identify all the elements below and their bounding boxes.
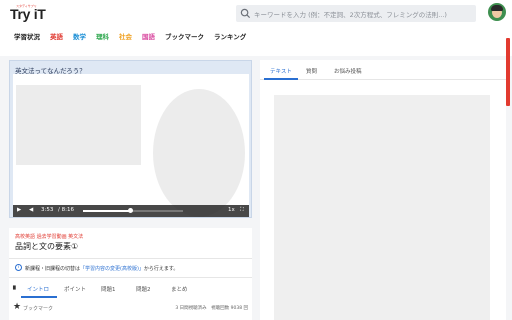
main-nav: 学習状況 英語 数学 理科 社会 国語 ブックマーク ランキング xyxy=(14,31,246,43)
play-icon[interactable]: ▶ xyxy=(17,207,21,213)
video-player[interactable]: ▶ ◀ 3:53 / 8:16 1x ⛶ xyxy=(13,74,249,217)
notice-link[interactable]: 「学習内容の変更(高校版)」 xyxy=(80,266,144,272)
search-input[interactable]: キーワードを入力 (例：不定詞、2次方程式、フレミングの法則...) xyxy=(254,9,447,19)
video-content-placeholder xyxy=(16,85,141,165)
tab-active-indicator xyxy=(264,78,298,80)
nav-item-progress[interactable]: 学習状況 xyxy=(14,31,40,43)
tab-text[interactable]: テキスト xyxy=(270,67,292,75)
tabs-menu-icon[interactable]: ▘ xyxy=(13,286,18,294)
logo[interactable]: Try iT xyxy=(10,6,46,22)
fullscreen-icon[interactable]: ⛶ xyxy=(240,207,244,214)
progress-bar[interactable] xyxy=(83,208,183,213)
nav-item-math[interactable]: 数学 xyxy=(73,31,86,43)
tab-intro[interactable]: イントロ xyxy=(27,285,49,293)
header: スタディサプリ Try iT キーワードを入力 (例：不定詞、2次方程式、フレミ… xyxy=(0,0,512,56)
tab-question-1[interactable]: 問題1 xyxy=(101,285,116,293)
avatar[interactable] xyxy=(488,3,506,21)
view-stats: 3 日間視聴済み 視聴回数 9038 回 xyxy=(175,306,248,311)
bookmark-row: ★ ブックマーク 3 日間視聴済み 視聴回数 9038 回 xyxy=(9,303,252,315)
right-panel: テキスト 質問 お悩み投稿 xyxy=(260,60,506,320)
nav-item-english[interactable]: 英語 xyxy=(50,31,63,43)
speed-button[interactable]: 1x xyxy=(228,207,235,213)
tab-question-2[interactable]: 問題2 xyxy=(136,285,151,293)
notice-prefix: 新課程・旧課程の切替は xyxy=(25,266,81,272)
tab-point[interactable]: ポイント xyxy=(64,285,86,293)
text-document-placeholder[interactable] xyxy=(274,95,490,320)
notice-text: 新課程・旧課程の切替は「学習内容の変更(高校版)」から行えます。 xyxy=(25,265,178,272)
tab-active-indicator xyxy=(21,296,57,298)
search-icon xyxy=(240,8,251,19)
lesson-tabs: ▘ イントロ ポイント 問題1 問題2 まとめ xyxy=(9,280,252,298)
video-controls: ▶ ◀ 3:53 / 8:16 1x ⛶ xyxy=(13,205,249,217)
lesson-subtitle[interactable]: 高校英語 過去学習動画 英文法 xyxy=(15,233,83,240)
search-bar[interactable]: キーワードを入力 (例：不定詞、2次方程式、フレミングの法則...) xyxy=(236,5,476,22)
nav-item-ranking[interactable]: ランキング xyxy=(214,31,246,43)
divider xyxy=(9,258,252,259)
notice-suffix: から行えます。 xyxy=(143,266,179,272)
tab-summary[interactable]: まとめ xyxy=(171,285,188,293)
nav-item-bookmark[interactable]: ブックマーク xyxy=(165,31,204,43)
tab-questions[interactable]: 質問 xyxy=(306,67,317,75)
nav-item-japanese[interactable]: 国語 xyxy=(142,31,155,43)
volume-icon[interactable]: ◀ xyxy=(29,207,33,213)
divider xyxy=(9,277,252,278)
time-current: 3:53 xyxy=(41,207,54,213)
star-icon[interactable]: ★ xyxy=(13,303,21,312)
avatar-hair xyxy=(491,5,503,11)
nav-item-science[interactable]: 理科 xyxy=(96,31,109,43)
lesson-title: 品詞と文の要素① xyxy=(15,242,79,251)
panel-tabs: テキスト 質問 お悩み投稿 xyxy=(260,60,506,80)
nav-item-social[interactable]: 社会 xyxy=(119,31,132,43)
scrollbar[interactable] xyxy=(506,38,510,106)
video-teacher-placeholder xyxy=(153,89,245,217)
progress-handle[interactable] xyxy=(127,208,133,213)
lesson-card: 高校英語 過去学習動画 英文法 品詞と文の要素① i 新課程・旧課程の切替は「学… xyxy=(9,228,252,320)
video-card: 英文法ってなんだろう？ ▶ ◀ 3:53 / 8:16 1x ⛶ xyxy=(9,60,252,218)
progress-fill xyxy=(83,210,130,212)
info-icon: i xyxy=(15,264,22,271)
tab-consultation[interactable]: お悩み投稿 xyxy=(334,67,362,75)
time-total: / 8:16 xyxy=(58,207,74,213)
bookmark-button[interactable]: ブックマーク xyxy=(23,305,53,312)
